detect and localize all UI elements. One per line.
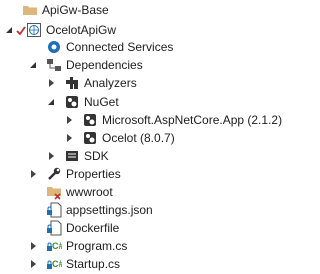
- package-icon: [82, 130, 98, 146]
- expanded-arrow-icon[interactable]: [28, 55, 38, 75]
- collapsed-arrow-icon[interactable]: [46, 146, 56, 166]
- connected-services-label: Connected Services: [66, 40, 174, 54]
- collapsed-arrow-icon[interactable]: [46, 73, 56, 93]
- dependencies-icon: [46, 57, 62, 73]
- tree-item-analyzers[interactable]: Analyzers: [0, 73, 289, 93]
- json-file-icon: [46, 202, 62, 218]
- collapsed-arrow-icon[interactable]: [28, 164, 38, 184]
- collapsed-arrow-icon[interactable]: [28, 236, 38, 256]
- svg-text:C#: C#: [52, 259, 62, 269]
- svg-text:C#: C#: [52, 241, 62, 251]
- solution-folder-label: ApiGw-Base: [42, 3, 109, 17]
- tree-item-package-aspnetcore[interactable]: Microsoft.AspNetCore.App (2.1.2): [0, 110, 289, 130]
- sdk-icon: [64, 148, 80, 164]
- nuget-label: NuGet: [84, 95, 119, 109]
- tree-item-appsettings[interactable]: appsettings.json: [0, 200, 289, 220]
- collapsed-arrow-icon[interactable]: [64, 110, 74, 130]
- package-aspnetcore-label: Microsoft.AspNetCore.App (2.1.2): [102, 113, 283, 127]
- csharp-file-icon: C#: [46, 256, 62, 272]
- web-project-icon: [26, 22, 42, 38]
- dockerfile-label: Dockerfile: [66, 221, 120, 235]
- folder-with-error-icon: [46, 184, 62, 200]
- tree-item-startup[interactable]: C# Startup.cs: [0, 254, 289, 274]
- tree-item-properties[interactable]: Properties: [0, 164, 289, 184]
- package-icon: [82, 112, 98, 128]
- folder-icon: [22, 2, 38, 18]
- connected-services-icon: [46, 39, 62, 55]
- csharp-file-icon: C#: [46, 238, 62, 254]
- tree-item-dockerfile[interactable]: Dockerfile: [0, 218, 289, 238]
- file-icon: [46, 220, 62, 236]
- collapsed-arrow-icon[interactable]: [28, 254, 38, 274]
- package-ocelot-label: Ocelot (8.0.7): [102, 131, 175, 145]
- collapsed-arrow-icon[interactable]: [64, 128, 74, 148]
- tree-item-solution-folder[interactable]: ApiGw-Base: [0, 0, 289, 20]
- startup-label: Startup.cs: [66, 257, 121, 271]
- expanded-arrow-icon[interactable]: [46, 92, 56, 112]
- dependencies-label: Dependencies: [66, 58, 143, 72]
- wrench-icon: [46, 166, 62, 182]
- properties-label: Properties: [66, 167, 121, 181]
- tree-item-connected-services[interactable]: Connected Services: [0, 37, 289, 57]
- wwwroot-label: wwwroot: [66, 185, 113, 199]
- tree-item-program[interactable]: C# Program.cs: [0, 236, 289, 256]
- program-label: Program.cs: [66, 239, 128, 253]
- tree-item-dependencies[interactable]: Dependencies: [0, 55, 289, 75]
- collapsed-arrow-icon[interactable]: [4, 0, 14, 20]
- sdk-label: SDK: [84, 149, 109, 163]
- analyzer-icon: [64, 75, 80, 91]
- nuget-icon: [64, 94, 80, 110]
- tree-item-wwwroot[interactable]: wwwroot: [0, 182, 289, 202]
- tree-item-nuget[interactable]: NuGet: [0, 92, 289, 112]
- tree-item-package-ocelot[interactable]: Ocelot (8.0.7): [0, 128, 289, 148]
- appsettings-label: appsettings.json: [66, 203, 153, 217]
- analyzers-label: Analyzers: [84, 76, 137, 90]
- tree-item-sdk[interactable]: SDK: [0, 146, 289, 166]
